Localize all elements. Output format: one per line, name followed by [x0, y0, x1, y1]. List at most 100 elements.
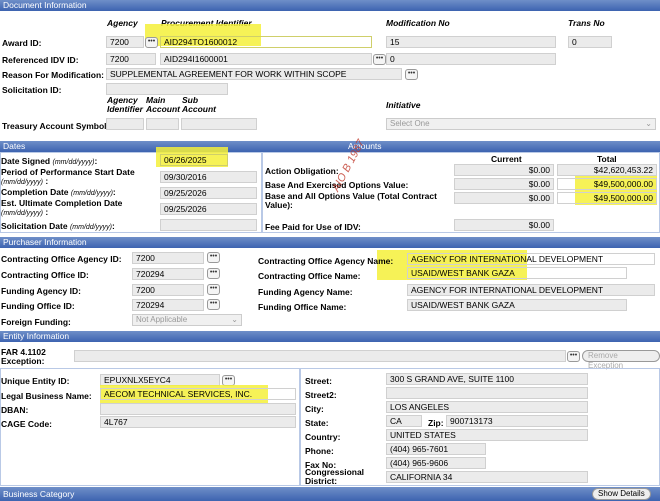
co-id-label: Contracting Office ID: — [1, 270, 89, 280]
co-agency-id-label: Contracting Office Agency ID: — [1, 254, 122, 264]
ref-procurement-id-field[interactable]: AID294I1600001 — [160, 53, 372, 65]
cage-code-label: CAGE Code: — [1, 419, 52, 429]
base-all-options-current: $0.00 — [454, 192, 554, 204]
funding-agency-name-label: Funding Agency Name: — [258, 287, 353, 297]
co-agency-id-field[interactable]: 7200 — [132, 252, 204, 264]
chevron-down-icon: ⌄ — [231, 315, 238, 324]
col-modification-no: Modification No — [386, 18, 450, 28]
zip-field: 900713173 — [446, 415, 588, 427]
section-header-purchaser: Purchaser Information — [0, 237, 660, 248]
base-exercised-total: $49,500,000.00 — [557, 178, 657, 190]
treasury-main-account-field[interactable] — [146, 118, 179, 130]
remove-exception-button[interactable]: Remove Exception — [582, 350, 660, 370]
funding-office-id-field[interactable]: 720294 — [132, 299, 204, 311]
col-initiative: Initiative — [386, 100, 421, 110]
state-field: CA — [386, 415, 422, 427]
far-exception-lookup-button[interactable]: ••• — [567, 351, 580, 362]
reason-for-modification-label: Reason For Modification: — [2, 70, 104, 80]
section-header-business-category: Business Category — [0, 487, 660, 501]
col-total: Total — [597, 154, 617, 164]
congressional-district-label: Congressional District: — [305, 467, 365, 486]
co-agency-name-field: AGENCY FOR INTERNATIONAL DEVELOPMENT — [407, 253, 655, 265]
ref-modification-field[interactable]: 0 — [386, 53, 556, 65]
street2-field — [386, 387, 588, 399]
co-id-field[interactable]: 720294 — [132, 268, 204, 280]
date-signed-field[interactable]: 06/26/2025 — [160, 154, 228, 166]
show-details-button[interactable]: Show Details — [592, 488, 651, 500]
date-signed-label: Date Signed (mm/dd/yyyy): — [1, 156, 98, 167]
street-label: Street: — [305, 376, 332, 386]
col-main-account: Main Account — [146, 95, 180, 114]
country-label: Country: — [305, 432, 341, 442]
ultimate-completion-label: Est. Ultimate Completion Date (mm/dd/yyyy… — [1, 198, 123, 218]
funding-office-id-label: Funding Office ID: — [1, 301, 75, 311]
co-name-field: USAID/WEST BANK GAZA — [407, 267, 627, 279]
base-exercised-current: $0.00 — [454, 178, 554, 190]
treasury-agency-field[interactable] — [106, 118, 144, 130]
col-trans-no: Trans No — [568, 18, 605, 28]
col-agency-identifier: Agency Identifier — [107, 95, 143, 114]
pop-start-field[interactable]: 09/30/2016 — [160, 171, 257, 183]
treasury-account-label: Treasury Account Symbol: — [2, 121, 110, 131]
referenced-idv-label: Referenced IDV ID: — [2, 55, 79, 65]
funding-agency-id-lookup-button[interactable]: ••• — [207, 284, 220, 295]
section-header-document: Document Information — [0, 0, 660, 11]
chevron-down-icon: ⌄ — [645, 119, 652, 128]
solicitation-date-field[interactable] — [160, 219, 257, 231]
reason-lookup-button[interactable]: ••• — [405, 69, 418, 80]
award-procurement-id-field[interactable]: AID294TO1600012 — [160, 36, 372, 48]
zip-label: Zip: — [428, 418, 444, 428]
co-name-label: Contracting Office Name: — [258, 271, 361, 281]
ultimate-completion-field[interactable]: 09/25/2026 — [160, 203, 257, 215]
funding-agency-name-field: AGENCY FOR INTERNATIONAL DEVELOPMENT — [407, 284, 655, 296]
co-agency-id-lookup-button[interactable]: ••• — [207, 252, 220, 263]
col-current: Current — [491, 154, 522, 164]
legal-name-field: AECOM TECHNICAL SERVICES, INC. — [100, 388, 296, 400]
award-agency-lookup-button[interactable]: ••• — [145, 37, 158, 48]
funding-office-id-lookup-button[interactable]: ••• — [207, 299, 220, 310]
action-obligation-label: Action Obligation: — [265, 166, 339, 176]
far-exception-field[interactable] — [74, 350, 566, 362]
ref-agency-field[interactable]: 7200 — [106, 53, 156, 65]
award-id-label: Award ID: — [2, 38, 42, 48]
co-id-lookup-button[interactable]: ••• — [207, 268, 220, 279]
foreign-funding-select[interactable]: Not Applicable ⌄ — [132, 314, 242, 326]
col-sub-account: Sub Account — [182, 95, 216, 114]
phone-label: Phone: — [305, 446, 334, 456]
street-field: 300 S GRAND AVE, SUITE 1100 — [386, 373, 588, 385]
completion-date-field[interactable]: 09/25/2026 — [160, 187, 257, 199]
funding-office-name-field: USAID/WEST BANK GAZA — [407, 299, 627, 311]
foreign-funding-label: Foreign Funding: — [1, 317, 71, 327]
reason-for-modification-field[interactable]: SUPPLEMENTAL AGREEMENT FOR WORK WITHIN S… — [106, 68, 402, 80]
funding-agency-id-label: Funding Agency ID: — [1, 286, 81, 296]
treasury-sub-account-field[interactable] — [181, 118, 257, 130]
congressional-district-field: CALIFORNIA 34 — [386, 471, 588, 483]
completion-date-label: Completion Date (mm/dd/yyyy): — [1, 187, 116, 198]
far-exception-label: FAR 4.1102 Exception: — [1, 347, 46, 366]
cage-code-field: 4L767 — [100, 416, 296, 428]
section-header-entity: Entity Information — [0, 331, 660, 342]
col-agency: Agency — [107, 18, 138, 28]
co-agency-name-label: Contracting Office Agency Name: — [258, 256, 394, 266]
street2-label: Street2: — [305, 390, 337, 400]
legal-name-label: Legal Business Name: — [1, 391, 92, 401]
state-label: State: — [305, 418, 329, 428]
award-agency-field[interactable]: 7200 — [106, 36, 144, 48]
funding-agency-id-field[interactable]: 7200 — [132, 284, 204, 296]
action-obligation-current: $0.00 — [454, 164, 554, 176]
pop-start-label: Period of Performance Start Date (mm/dd/y… — [1, 167, 135, 187]
funding-office-name-label: Funding Office Name: — [258, 302, 347, 312]
dban-label: DBAN: — [1, 405, 29, 415]
base-all-options-label: Base and All Options Value (Total Contra… — [265, 191, 437, 210]
initiative-select[interactable]: Select One ⌄ — [386, 118, 656, 130]
city-label: City: — [305, 404, 324, 414]
solicitation-id-field[interactable] — [106, 83, 228, 95]
solicitation-date-label: Solicitation Date (mm/dd/yyyy): — [1, 221, 115, 232]
award-trans-no-field[interactable]: 0 — [568, 36, 612, 48]
uei-label: Unique Entity ID: — [1, 376, 70, 386]
section-header-dates-amounts: Dates Amounts — [0, 141, 660, 152]
dban-field — [100, 403, 296, 415]
award-modification-field[interactable]: 15 — [386, 36, 556, 48]
ref-idv-lookup-button[interactable]: ••• — [373, 54, 386, 65]
fee-paid-current: $0.00 — [454, 219, 554, 231]
